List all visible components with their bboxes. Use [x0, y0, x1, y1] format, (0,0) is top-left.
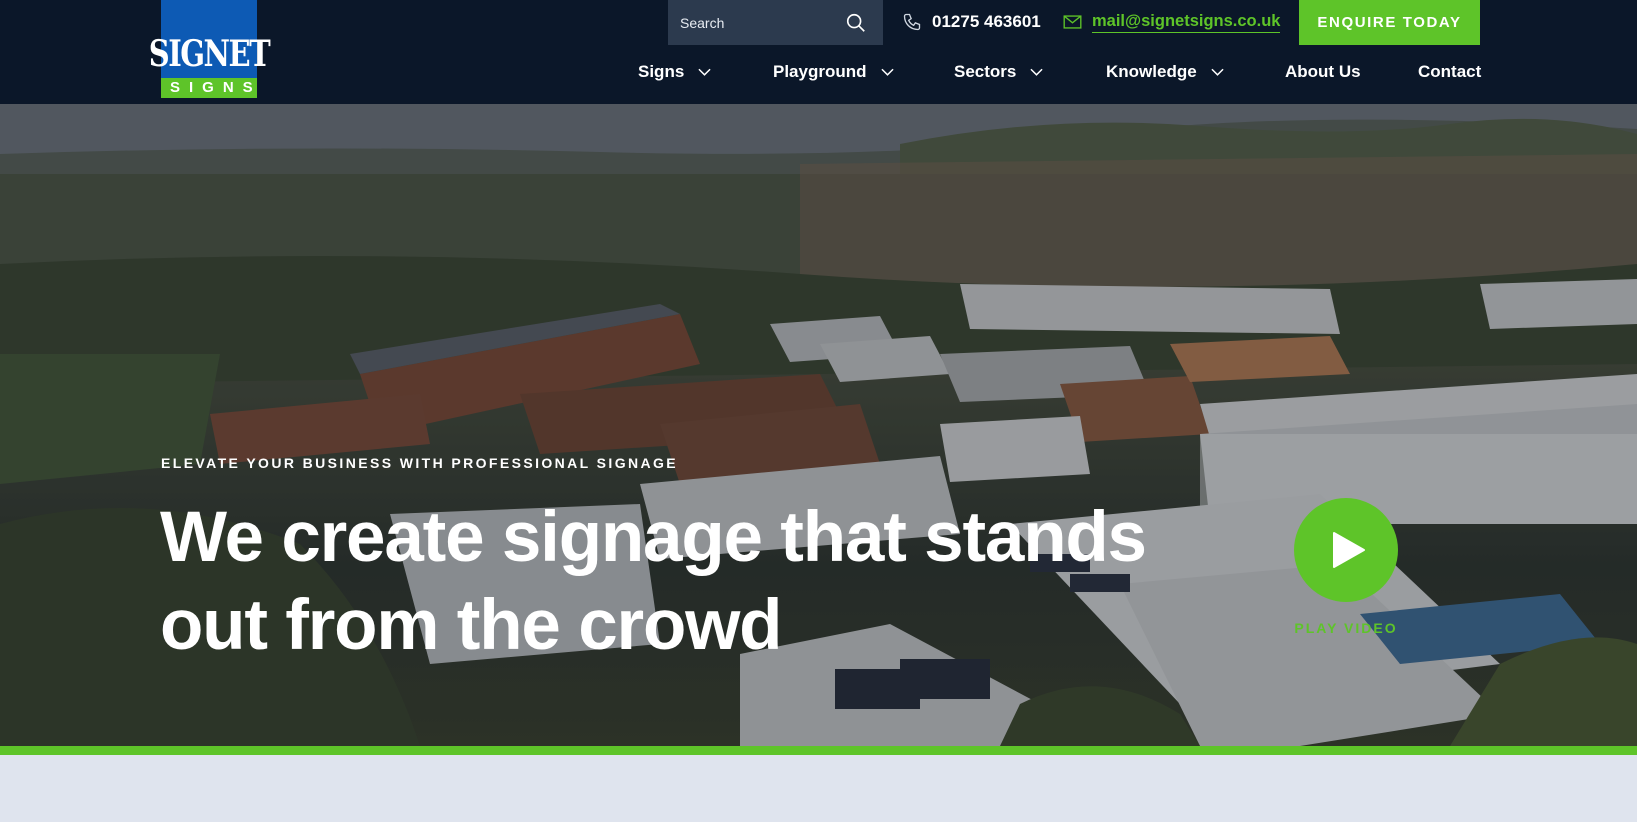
enquire-today-button[interactable]: ENQUIRE TODAY — [1299, 0, 1480, 45]
hero-eyebrow: ELEVATE YOUR BUSINESS WITH PROFESSIONAL … — [161, 455, 679, 471]
logo-wordmark: SIGNET — [148, 32, 271, 75]
hero-section: ELEVATE YOUR BUSINESS WITH PROFESSIONAL … — [0, 104, 1637, 746]
nav-item-knowledge[interactable]: Knowledge — [1106, 61, 1224, 83]
email-contact: mail@signetsigns.co.uk — [1063, 10, 1281, 34]
chevron-down-icon — [1211, 68, 1224, 76]
nav-item-playground[interactable]: Playground — [773, 61, 894, 83]
nav-item-about-us[interactable]: About Us — [1285, 61, 1361, 83]
nav-item-sectors[interactable]: Sectors — [954, 61, 1043, 83]
play-video-button[interactable] — [1294, 498, 1398, 602]
hero-headline: We create signage that stands out from t… — [160, 498, 1147, 665]
chevron-down-icon — [698, 68, 711, 76]
signet-signs-logo[interactable]: SIGNET SIGNS — [149, 0, 271, 98]
phone-icon — [903, 13, 921, 31]
play-icon — [1333, 532, 1365, 568]
mail-icon — [1063, 15, 1082, 29]
logo-subtitle: SIGNS — [161, 78, 257, 98]
search-box — [668, 0, 883, 45]
search-icon[interactable] — [845, 12, 867, 34]
search-input[interactable] — [680, 14, 840, 31]
hero-bottom-accent — [0, 746, 1637, 755]
phone-contact[interactable]: 01275 463601 — [902, 10, 1041, 34]
content-section — [0, 755, 1637, 822]
phone-number: 01275 463601 — [932, 12, 1041, 31]
chevron-down-icon — [1030, 68, 1043, 76]
email-link[interactable]: mail@signetsigns.co.uk — [1092, 12, 1281, 33]
chevron-down-icon — [880, 68, 894, 76]
nav-item-signs[interactable]: Signs — [638, 61, 711, 83]
site-header: SIGNET SIGNS 01275 463601 mail@signetsig… — [0, 0, 1637, 104]
nav-item-contact[interactable]: Contact — [1418, 61, 1481, 83]
play-video-label[interactable]: PLAY VIDEO — [1294, 620, 1398, 636]
